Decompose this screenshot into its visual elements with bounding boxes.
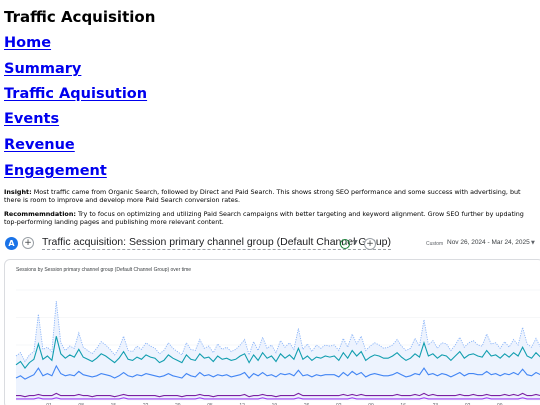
insight-label: Insight: <box>4 188 32 196</box>
chevron-down-icon[interactable]: ▼ <box>353 239 358 246</box>
series-area-0 <box>16 301 540 400</box>
line-chart-card: Sessions by Session primary channel grou… <box>4 259 540 405</box>
plus-icon[interactable]: + <box>22 237 34 249</box>
nav-link-traffic-acquisition[interactable]: Traffic Aquisution <box>4 86 147 102</box>
custom-label: Custom <box>426 241 444 247</box>
recommendation-label: Recommemndation: <box>4 210 76 218</box>
nav-link-engagement[interactable]: Engagement <box>4 163 107 179</box>
insight-text: Most traffic came from Organic Search, f… <box>4 188 521 204</box>
check-circle-icon: ✓ <box>340 239 350 249</box>
ga-report-toolbar: A + Traffic acquisition: Session primary… <box>0 233 540 255</box>
nav-link-events[interactable]: Events <box>4 111 59 127</box>
nav-link-summary[interactable]: Summary <box>4 61 81 77</box>
recommendation-text: Try to focus on optimizing and utilizing… <box>4 210 524 226</box>
nav-link-home[interactable]: Home <box>4 35 51 51</box>
report-title[interactable]: Traffic acquisition: Session primary cha… <box>42 236 392 250</box>
insight-paragraph: Insight: Most traffic came from Organic … <box>4 188 536 204</box>
date-range-picker[interactable]: Nov 26, 2024 - Mar 24, 2025 <box>447 239 530 246</box>
property-avatar[interactable]: A <box>5 237 18 250</box>
add-comparison-plus-icon[interactable]: + <box>364 238 376 250</box>
nav-link-revenue[interactable]: Revenue <box>4 137 75 153</box>
page-title: Traffic Acquisition <box>4 8 156 26</box>
date-chevron-down-icon[interactable]: ▼ <box>531 240 535 246</box>
line-chart: 010815222905121926020916230209 <box>15 289 540 405</box>
recommendation-paragraph: Recommemndation: Try to focus on optimiz… <box>4 210 536 226</box>
